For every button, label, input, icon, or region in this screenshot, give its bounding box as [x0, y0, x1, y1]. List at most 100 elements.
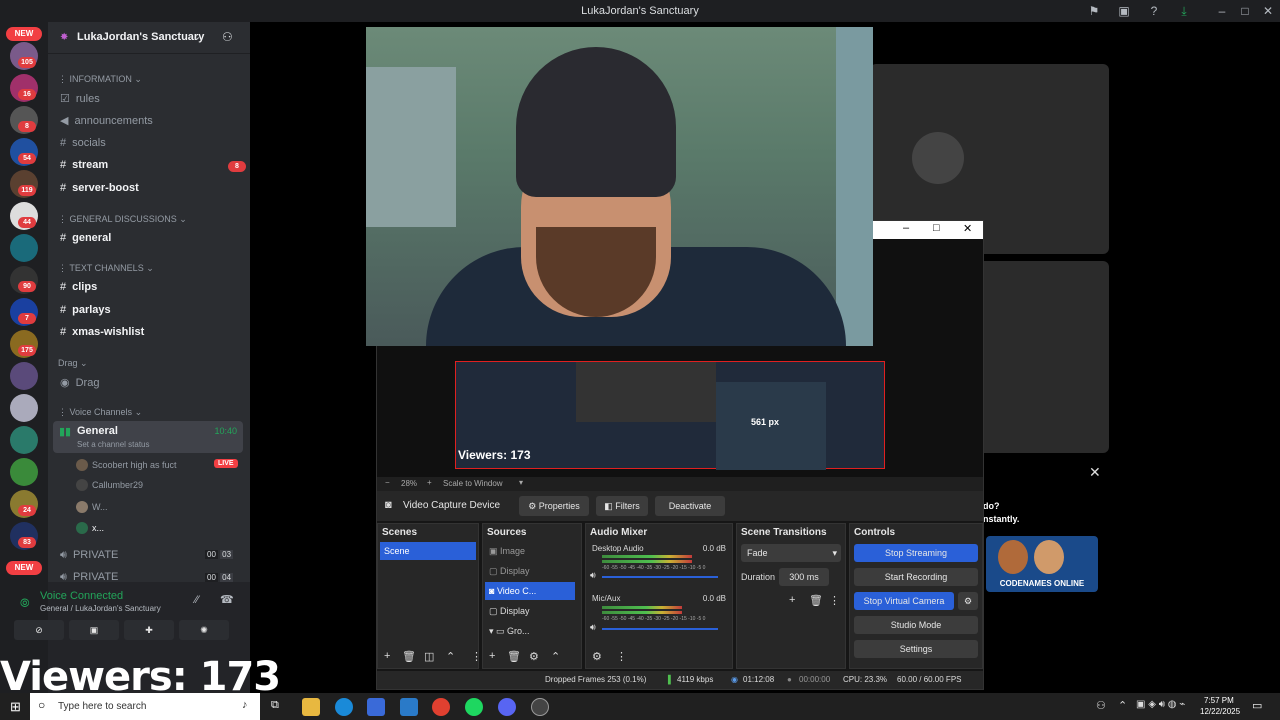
source-item-selected[interactable]: ◙ Video C... [485, 582, 575, 600]
camera-off-button[interactable]: ⊘ [14, 620, 64, 640]
search-box[interactable]: ○ Type here to search ♪ [30, 693, 260, 720]
server-icon[interactable] [10, 394, 38, 422]
voice-member[interactable]: W... [76, 501, 108, 514]
minimize-icon[interactable]: – [1214, 3, 1230, 19]
speaker-icon[interactable]: 🔊︎ [590, 570, 596, 581]
disconnect-icon[interactable]: ☎ [220, 593, 234, 606]
discord-icon[interactable] [498, 698, 516, 716]
task-view-icon[interactable]: ⧉ [271, 699, 279, 712]
soundboard-button[interactable]: ✺ [179, 620, 229, 640]
clock-date[interactable]: 12/22/2025 [1200, 707, 1240, 716]
codenames-card[interactable]: CODENAMES ONLINE [986, 536, 1098, 592]
settings-button[interactable]: Settings [854, 640, 978, 658]
deactivate-button[interactable]: Deactivate [655, 496, 725, 516]
zoom-out-button[interactable]: − [385, 478, 390, 487]
category-text[interactable]: ⋮ TEXT CHANNELS ⌄ [58, 263, 154, 274]
tray-icons[interactable]: ▣ ◈ 🔊︎ ◍ ⌁ [1136, 699, 1185, 710]
speaker-icon[interactable]: 🔊︎ [590, 622, 596, 633]
channel-private-1[interactable]: 🔊︎ PRIVATE [60, 549, 118, 562]
server-icon[interactable] [10, 362, 38, 390]
properties-button[interactable]: ⚙ Properties [519, 496, 589, 516]
channel-rules[interactable]: ☑ rules [60, 92, 100, 105]
duration-input[interactable]: 300 ms [779, 568, 829, 586]
activities-button[interactable]: ✚ [124, 620, 174, 640]
voice-location[interactable]: General / LukaJordan's Sanctuary [40, 604, 161, 613]
category-general[interactable]: ⋮ GENERAL DISCUSSIONS ⌄ [58, 214, 187, 225]
channel-announcements[interactable]: ◀ announcements [60, 114, 153, 127]
scene-item[interactable]: Scene [380, 542, 476, 560]
add-member-icon[interactable]: ⚇ [222, 30, 233, 44]
screen-share-button[interactable]: ▣ [69, 620, 119, 640]
maximize-icon[interactable]: □ [933, 222, 940, 234]
edge-icon[interactable] [335, 698, 353, 716]
obs-icon[interactable] [531, 698, 549, 716]
store-icon[interactable] [367, 698, 385, 716]
more-icon[interactable]: ⋮ [471, 650, 482, 663]
channel-drag[interactable]: ◉ Drag [60, 376, 99, 389]
server-icon[interactable] [10, 458, 38, 486]
voice-member[interactable]: x... [76, 522, 104, 535]
add-source-icon[interactable]: + [489, 650, 495, 662]
chevron-down-icon[interactable]: ▾ [519, 478, 523, 487]
screen-icon[interactable]: ▣ [1116, 3, 1132, 19]
remove-transition-icon[interactable]: 🗑︎ [809, 594, 823, 607]
channel-xmas-wishlist[interactable]: # xmas-wishlist [60, 326, 144, 338]
close-icon[interactable]: ✕ [1089, 464, 1101, 481]
remove-source-icon[interactable]: 🗑︎ [507, 650, 521, 663]
channel-general[interactable]: # general [60, 232, 111, 244]
add-transition-icon[interactable]: + [789, 594, 795, 606]
channel-server-boost[interactable]: # server-boost [60, 182, 139, 194]
more-icon[interactable]: ⋮ [829, 594, 840, 607]
category-voice[interactable]: ⋮ Voice Channels ⌄ [58, 407, 142, 418]
filters-button[interactable]: ◧ Filters [596, 496, 648, 516]
more-icon[interactable]: ⋮ [616, 650, 627, 663]
spotify-icon[interactable] [465, 698, 483, 716]
move-up-icon[interactable]: ⌃ [446, 650, 455, 663]
server-icon[interactable] [10, 426, 38, 454]
source-item[interactable]: ▾ ▭ Gro... [489, 626, 530, 637]
people-icon[interactable]: ⚇ [1096, 699, 1106, 712]
channel-parlays[interactable]: # parlays [60, 304, 111, 316]
filter-scene-icon[interactable]: ◫ [424, 650, 434, 663]
studio-mode-button[interactable]: Studio Mode [854, 616, 978, 634]
add-scene-icon[interactable]: + [384, 650, 390, 662]
gear-icon[interactable]: ⚙ [529, 650, 539, 663]
category-information[interactable]: ⋮ INFORMATION ⌄ [58, 74, 142, 85]
virtual-camera-settings-button[interactable]: ⚙ [958, 592, 978, 610]
inbox-flag-icon[interactable]: ⚑ [1086, 3, 1102, 19]
mail-icon[interactable] [400, 698, 418, 716]
stop-streaming-button[interactable]: Stop Streaming [854, 544, 978, 562]
notifications-icon[interactable]: ▭ [1252, 699, 1262, 712]
channel-stream[interactable]: # stream [60, 159, 108, 171]
maximize-icon[interactable]: □ [1237, 3, 1253, 19]
transition-select[interactable]: Fade ▾ [741, 544, 841, 562]
move-up-icon[interactable]: ⌃ [551, 650, 560, 663]
server-header[interactable]: ✸ LukaJordan's Sanctuary ⌄ ⚇ [48, 22, 250, 54]
voice-status[interactable]: Voice Connected [40, 590, 123, 602]
file-explorer-icon[interactable] [302, 698, 320, 716]
voice-general-row[interactable]: ▮▮ General 10:40 Set a channel status [53, 421, 243, 453]
minimize-icon[interactable]: – [903, 222, 909, 234]
windows-start-icon[interactable]: ⊞ [10, 699, 21, 715]
clock-time[interactable]: 7:57 PM [1204, 696, 1234, 705]
remove-scene-icon[interactable]: 🗑︎ [402, 650, 416, 663]
chrome-icon[interactable] [432, 698, 450, 716]
close-icon[interactable]: ✕ [963, 222, 972, 235]
source-item[interactable]: ▢ Display [489, 606, 530, 617]
channel-socials[interactable]: # socials [60, 137, 106, 149]
desktop-volume-slider[interactable] [602, 576, 718, 578]
voice-member[interactable]: Callumber29 [76, 479, 143, 492]
server-icon[interactable] [10, 234, 38, 262]
noise-suppression-icon[interactable]: ⁄⁄ [195, 594, 199, 606]
category-drag[interactable]: Drag ⌄ [58, 358, 88, 369]
help-icon[interactable]: ? [1146, 3, 1162, 19]
scale-mode[interactable]: Scale to Window [443, 479, 503, 488]
mic-volume-slider[interactable] [602, 628, 718, 630]
close-icon[interactable]: ✕ [1260, 3, 1276, 19]
preview-scene[interactable]: 561 px Viewers: 173 [455, 361, 885, 470]
download-icon[interactable]: ⤓ [1176, 3, 1192, 19]
channel-status[interactable]: Set a channel status [77, 440, 150, 449]
mixer-settings-icon[interactable]: ⚙ [592, 650, 602, 663]
source-item[interactable]: ▢ Display [489, 566, 530, 577]
chevron-up-icon[interactable]: ⌃ [1118, 699, 1127, 712]
